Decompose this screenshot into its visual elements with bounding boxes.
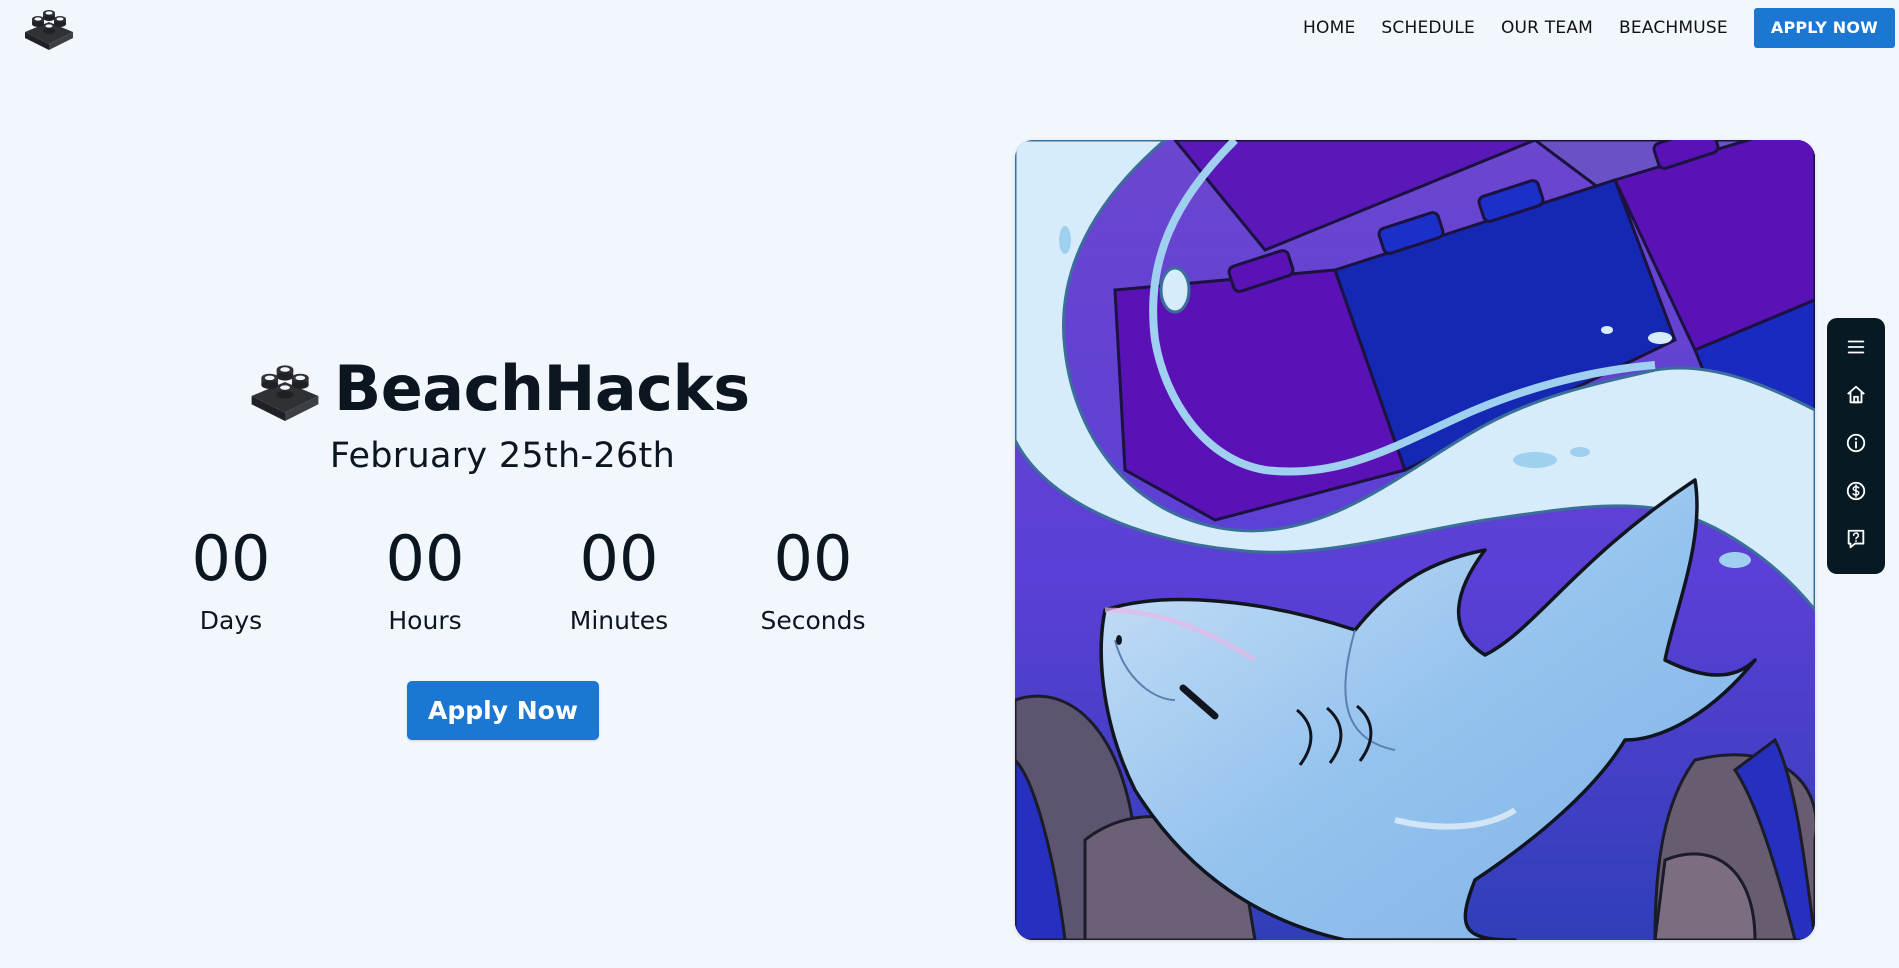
nav-apply-button[interactable]: APPLY NOW (1753, 8, 1895, 48)
hero-illustration (1015, 140, 1815, 940)
info-icon[interactable] (1841, 428, 1871, 458)
countdown-value: 00 (773, 522, 853, 595)
countdown-timer: 00 Days 00 Hours 00 Minutes 00 Seconds (134, 522, 910, 635)
countdown-value: 00 (579, 522, 659, 595)
countdown-value: 00 (385, 522, 465, 595)
lego-brick-icon (250, 357, 320, 421)
page-title: BeachHacks (334, 352, 750, 425)
countdown-label: Seconds (760, 606, 866, 635)
nav-schedule[interactable]: SCHEDULE (1381, 18, 1475, 38)
home-icon[interactable] (1841, 380, 1871, 410)
side-dock (1827, 318, 1885, 574)
countdown-value: 00 (191, 522, 271, 595)
nav-beachmuse[interactable]: BEACHMUSE (1619, 18, 1728, 38)
dollar-icon[interactable] (1841, 476, 1871, 506)
event-dates: February 25th-26th (329, 436, 676, 476)
nav-our-team[interactable]: OUR TEAM (1501, 18, 1593, 38)
countdown-hours: 00 Hours (328, 522, 522, 635)
nav-home[interactable]: HOME (1303, 18, 1355, 38)
countdown-seconds: 00 Seconds (716, 522, 910, 635)
countdown-minutes: 00 Minutes (522, 522, 716, 635)
top-nav: HOME SCHEDULE OUR TEAM BEACHMUSE APPLY N… (1303, 0, 1899, 56)
faq-icon[interactable] (1841, 524, 1871, 554)
countdown-days: 00 Days (134, 522, 328, 635)
countdown-label: Days (199, 606, 263, 635)
logo-icon[interactable] (24, 4, 74, 50)
brand-heading: BeachHacks (250, 352, 750, 425)
apply-now-button[interactable]: Apply Now (407, 681, 599, 740)
menu-icon[interactable] (1841, 332, 1871, 362)
countdown-label: Minutes (569, 606, 669, 635)
countdown-label: Hours (388, 606, 462, 635)
